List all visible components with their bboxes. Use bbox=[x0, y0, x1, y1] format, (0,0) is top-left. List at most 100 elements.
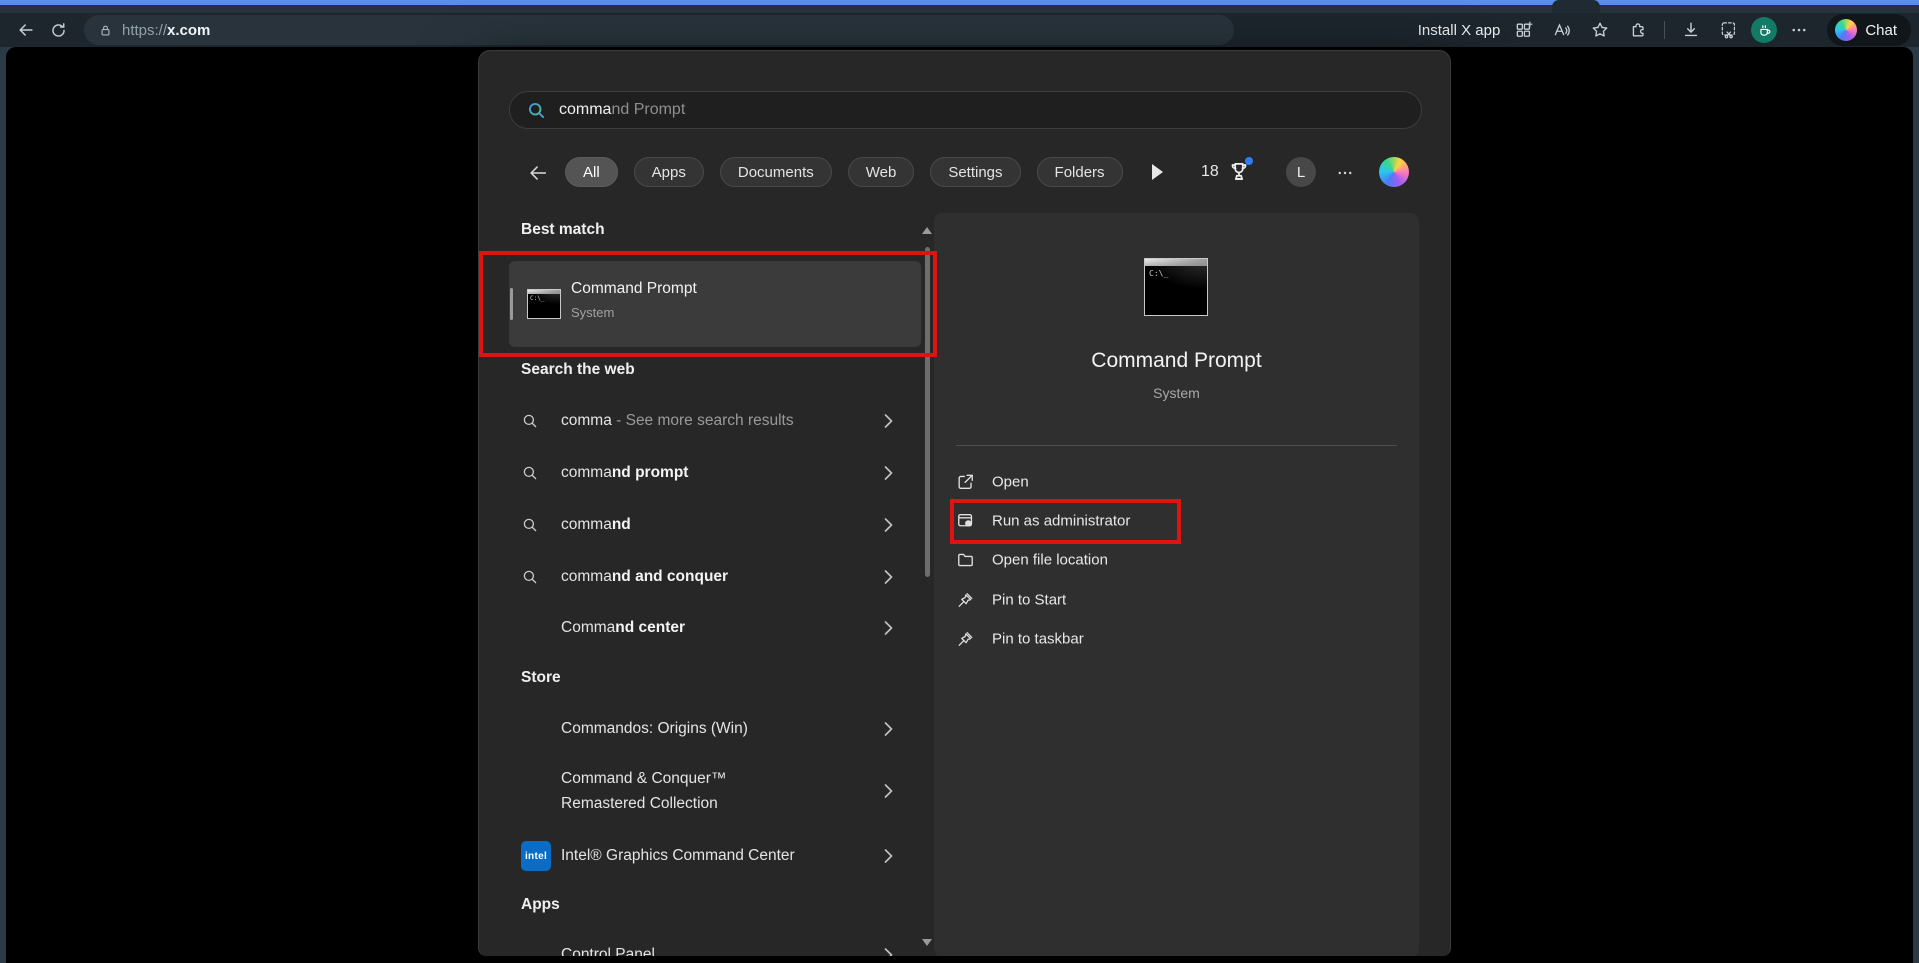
chevron-right-icon[interactable] bbox=[884, 414, 893, 429]
toolbar-right-cluster: Install X app Chat bbox=[1418, 14, 1911, 46]
web-suggestion-row[interactable]: command prompt bbox=[509, 453, 921, 493]
chevron-right-icon[interactable] bbox=[884, 466, 893, 481]
pin-icon bbox=[956, 630, 975, 649]
rewards-notification-dot bbox=[1244, 157, 1253, 165]
back-button[interactable] bbox=[10, 15, 42, 45]
ellipsis-icon bbox=[1336, 164, 1354, 182]
install-app-button[interactable] bbox=[1508, 15, 1540, 45]
window-title-band bbox=[0, 5, 1919, 13]
titlebar-tab-notch bbox=[1552, 0, 1600, 13]
search-back-button[interactable] bbox=[521, 157, 555, 189]
search-icon bbox=[526, 100, 547, 121]
filter-tab-apps[interactable]: Apps bbox=[633, 157, 704, 187]
coffee-cup-icon bbox=[1756, 22, 1773, 39]
pin-icon bbox=[956, 591, 975, 610]
favorites-star-icon bbox=[1590, 20, 1610, 40]
apps-item-row[interactable]: Control Panel bbox=[509, 935, 921, 956]
action-open-file-location[interactable]: Open file location bbox=[944, 540, 1384, 580]
filter-tab-folders[interactable]: Folders bbox=[1036, 157, 1123, 187]
filter-scroll-more-icon[interactable] bbox=[1152, 164, 1163, 180]
filter-tab-settings[interactable]: Settings bbox=[930, 157, 1021, 187]
back-icon bbox=[16, 20, 36, 40]
web-capture-button[interactable] bbox=[1713, 15, 1745, 45]
web-capture-icon bbox=[1719, 20, 1739, 40]
apps-section-header: Apps bbox=[521, 896, 560, 913]
chevron-right-icon[interactable] bbox=[884, 948, 893, 956]
toolbar-divider bbox=[1664, 21, 1666, 39]
avatar-letter: L bbox=[1296, 163, 1306, 181]
url-host: x.com bbox=[167, 21, 211, 39]
filter-tab-web[interactable]: Web bbox=[847, 157, 915, 187]
search-filter-row: All Apps Documents Web Settings Folders … bbox=[479, 157, 1450, 191]
command-prompt-icon-large: C:\_ bbox=[1144, 258, 1208, 316]
copilot-logo-icon[interactable] bbox=[1379, 157, 1409, 187]
browser-settings-button[interactable] bbox=[1783, 15, 1815, 45]
rewards-widget[interactable]: 18 bbox=[1201, 157, 1253, 185]
action-pin-to-taskbar[interactable]: Pin to taskbar bbox=[944, 619, 1384, 659]
search-suggestion-icon bbox=[521, 464, 539, 482]
rewards-points: 18 bbox=[1201, 163, 1219, 180]
folder-icon bbox=[956, 551, 975, 570]
command-center-row[interactable]: Command center bbox=[509, 608, 921, 648]
action-open[interactable]: Open bbox=[944, 462, 1384, 502]
chevron-right-icon[interactable] bbox=[884, 518, 893, 533]
app-install-icon bbox=[1514, 20, 1534, 40]
user-avatar[interactable]: L bbox=[1286, 157, 1316, 187]
screen: https:// x.com Install X app Chat comman… bbox=[0, 0, 1919, 963]
store-section-header: Store bbox=[521, 669, 561, 686]
copilot-chat-button[interactable]: Chat bbox=[1827, 14, 1911, 46]
web-suggestion-row[interactable]: command and conquer bbox=[509, 557, 921, 597]
chevron-right-icon[interactable] bbox=[884, 849, 893, 864]
filter-tab-all[interactable]: All bbox=[565, 157, 618, 187]
search-options-button[interactable] bbox=[1332, 161, 1358, 185]
refresh-icon bbox=[49, 21, 68, 40]
browser-toolbar: https:// x.com Install X app Chat bbox=[0, 13, 1919, 47]
chevron-right-icon[interactable] bbox=[884, 570, 893, 585]
store-item-row[interactable]: Commandos: Origins (Win) bbox=[509, 709, 921, 749]
chevron-right-icon[interactable] bbox=[884, 722, 893, 737]
scrollbar-up-arrow[interactable] bbox=[922, 227, 932, 234]
address-bar[interactable]: https:// x.com bbox=[84, 15, 1234, 45]
coffee-extension-button[interactable] bbox=[1751, 17, 1778, 43]
search-input[interactable]: command Prompt bbox=[509, 91, 1422, 129]
search-suggestion-icon bbox=[521, 412, 539, 430]
extensions-button[interactable] bbox=[1622, 15, 1654, 45]
annotation-box-run-as-admin bbox=[950, 499, 1181, 544]
install-app-label[interactable]: Install X app bbox=[1418, 22, 1501, 39]
scrollbar-down-arrow[interactable] bbox=[922, 939, 932, 946]
annotation-box-best-match bbox=[479, 251, 937, 357]
search-query-completion: nd Prompt bbox=[611, 101, 686, 118]
lock-icon bbox=[98, 23, 113, 38]
search-suggestion-icon bbox=[521, 568, 539, 586]
chevron-right-icon[interactable] bbox=[884, 621, 893, 636]
detail-panel: C:\_ Command Prompt System Open Run as a… bbox=[934, 213, 1419, 956]
web-suggestion-row[interactable]: command bbox=[509, 505, 921, 545]
store-item-row[interactable]: Command & Conquer™ Remastered Collection bbox=[509, 763, 921, 819]
filter-tab-documents[interactable]: Documents bbox=[719, 157, 832, 187]
more-options-icon bbox=[1790, 21, 1808, 39]
chevron-right-icon[interactable] bbox=[884, 784, 893, 799]
detail-divider bbox=[956, 445, 1397, 446]
favorites-button[interactable] bbox=[1584, 15, 1616, 45]
search-filter-pills: All Apps Documents Web Settings Folders … bbox=[565, 157, 1139, 191]
extensions-puzzle-icon bbox=[1628, 20, 1648, 40]
detail-subtitle: System bbox=[1153, 385, 1200, 401]
store-item-row[interactable]: intel Intel® Graphics Command Center bbox=[509, 836, 921, 876]
read-aloud-button[interactable] bbox=[1546, 15, 1578, 45]
detail-title: Command Prompt bbox=[1091, 349, 1262, 372]
web-section-header: Search the web bbox=[521, 361, 635, 378]
search-query-typed: comma bbox=[559, 101, 612, 118]
intel-app-icon: intel bbox=[521, 841, 551, 871]
download-icon bbox=[1681, 20, 1701, 40]
refresh-button[interactable] bbox=[42, 15, 74, 45]
action-pin-to-start[interactable]: Pin to Start bbox=[944, 580, 1384, 620]
back-arrow-icon bbox=[527, 162, 549, 184]
downloads-button[interactable] bbox=[1675, 15, 1707, 45]
open-icon bbox=[956, 473, 975, 492]
url-scheme: https:// bbox=[122, 21, 168, 39]
search-suggestion-icon bbox=[521, 516, 539, 534]
copilot-chat-label: Chat bbox=[1865, 21, 1897, 39]
read-aloud-icon bbox=[1552, 20, 1572, 40]
web-suggestion-row[interactable]: comma - See more search results bbox=[509, 401, 921, 441]
best-match-header: Best match bbox=[521, 221, 605, 238]
